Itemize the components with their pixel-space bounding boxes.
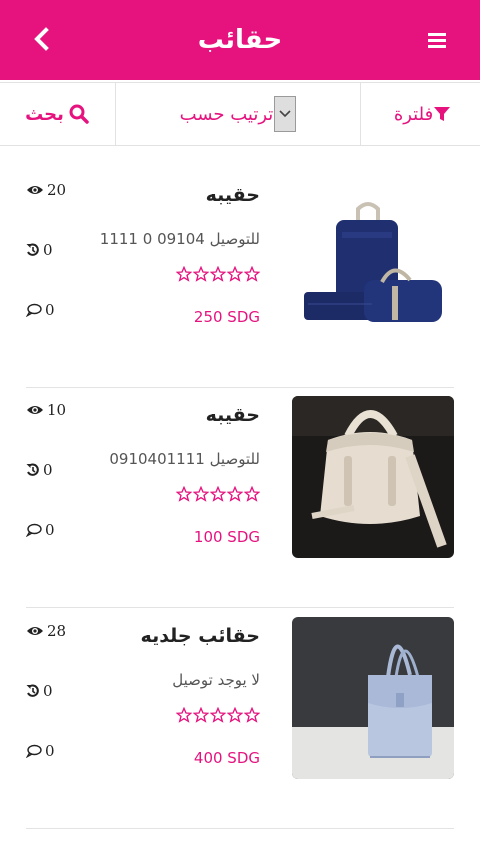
product-image-cream-leather-bag[interactable] bbox=[292, 396, 454, 558]
product-image-light-blue-tote[interactable] bbox=[292, 617, 454, 779]
views-count: 10 bbox=[47, 401, 67, 419]
eye-icon bbox=[27, 627, 43, 635]
views-stat: 20 bbox=[26, 181, 66, 199]
product-name[interactable]: حقيبه bbox=[206, 404, 260, 426]
star-icon[interactable] bbox=[244, 486, 260, 502]
star-icon[interactable] bbox=[210, 486, 226, 502]
chevron-down-icon bbox=[279, 110, 291, 118]
shares-count: 0 bbox=[43, 682, 53, 700]
product-price: 400 SDG bbox=[193, 749, 260, 767]
sort-select[interactable]: ترتيب حسب bbox=[116, 83, 361, 145]
history-icon bbox=[26, 243, 39, 256]
star-icon[interactable] bbox=[176, 486, 192, 502]
filter-toolbar: بحث ترتيب حسب فلترة bbox=[0, 82, 480, 146]
product-list-item[interactable]: حقيبه للتوصيل 0910401111 100 SDG 10 0 0 bbox=[0, 396, 480, 608]
shares-stat: 0 bbox=[26, 682, 53, 700]
star-icon[interactable] bbox=[210, 266, 226, 282]
comment-icon bbox=[26, 303, 42, 317]
comments-stat: 0 bbox=[26, 742, 55, 760]
product-price: 250 SDG bbox=[193, 308, 260, 326]
app-header: حقائب bbox=[0, 0, 480, 80]
comments-count: 0 bbox=[45, 521, 55, 539]
shares-count: 0 bbox=[43, 241, 53, 259]
item-divider bbox=[26, 607, 454, 608]
eye-icon bbox=[27, 406, 43, 414]
item-divider bbox=[26, 828, 454, 829]
product-delivery: للتوصيل 09104 0 1111 bbox=[99, 230, 260, 248]
views-stat: 28 bbox=[26, 622, 66, 640]
shares-count: 0 bbox=[43, 461, 53, 479]
product-price: 100 SDG bbox=[193, 528, 260, 546]
star-icon[interactable] bbox=[227, 266, 243, 282]
search-icon bbox=[69, 104, 89, 124]
star-icon[interactable] bbox=[193, 707, 209, 723]
star-icon[interactable] bbox=[210, 707, 226, 723]
views-count: 28 bbox=[47, 622, 67, 640]
rating-stars[interactable] bbox=[176, 266, 260, 282]
sort-dropdown[interactable] bbox=[274, 96, 297, 132]
back-chevron-icon[interactable] bbox=[28, 22, 56, 56]
product-list-item[interactable]: حقيبه للتوصيل 09104 0 1111 250 SDG 20 0 … bbox=[0, 176, 480, 388]
star-icon[interactable] bbox=[176, 266, 192, 282]
search-label: بحث bbox=[25, 103, 64, 125]
search-button[interactable]: بحث bbox=[0, 83, 116, 145]
product-delivery: للتوصيل 0910401111 bbox=[109, 450, 260, 468]
comments-count: 0 bbox=[45, 742, 55, 760]
rating-stars[interactable] bbox=[176, 486, 260, 502]
history-icon bbox=[26, 684, 39, 697]
product-list-item[interactable]: حقائب جلديه لا يوجد توصيل 400 SDG 28 0 0 bbox=[0, 617, 480, 829]
comments-stat: 0 bbox=[26, 301, 55, 319]
comments-stat: 0 bbox=[26, 521, 55, 539]
comment-icon bbox=[26, 523, 42, 537]
product-name[interactable]: حقيبه bbox=[206, 184, 260, 206]
hamburger-menu-icon[interactable] bbox=[422, 24, 452, 56]
filter-button[interactable]: فلترة bbox=[361, 83, 480, 145]
star-icon[interactable] bbox=[227, 486, 243, 502]
history-icon bbox=[26, 463, 39, 476]
product-delivery: لا يوجد توصيل bbox=[172, 671, 260, 689]
comment-icon bbox=[26, 744, 42, 758]
product-image-navy-backpack-set[interactable] bbox=[292, 176, 454, 338]
product-name[interactable]: حقائب جلديه bbox=[141, 625, 260, 647]
rating-stars[interactable] bbox=[176, 707, 260, 723]
page-title: حقائب bbox=[197, 25, 283, 55]
star-icon[interactable] bbox=[244, 266, 260, 282]
star-icon[interactable] bbox=[244, 707, 260, 723]
views-stat: 10 bbox=[26, 401, 66, 419]
filter-label: فلترة bbox=[393, 103, 434, 125]
star-icon[interactable] bbox=[193, 486, 209, 502]
comments-count: 0 bbox=[45, 301, 55, 319]
star-icon[interactable] bbox=[227, 707, 243, 723]
star-icon[interactable] bbox=[193, 266, 209, 282]
item-divider bbox=[26, 387, 454, 388]
shares-stat: 0 bbox=[26, 241, 53, 259]
views-count: 20 bbox=[47, 181, 67, 199]
star-icon[interactable] bbox=[176, 707, 192, 723]
funnel-icon bbox=[434, 107, 451, 121]
sort-label: ترتيب حسب bbox=[179, 103, 274, 125]
eye-icon bbox=[27, 186, 43, 194]
shares-stat: 0 bbox=[26, 461, 53, 479]
